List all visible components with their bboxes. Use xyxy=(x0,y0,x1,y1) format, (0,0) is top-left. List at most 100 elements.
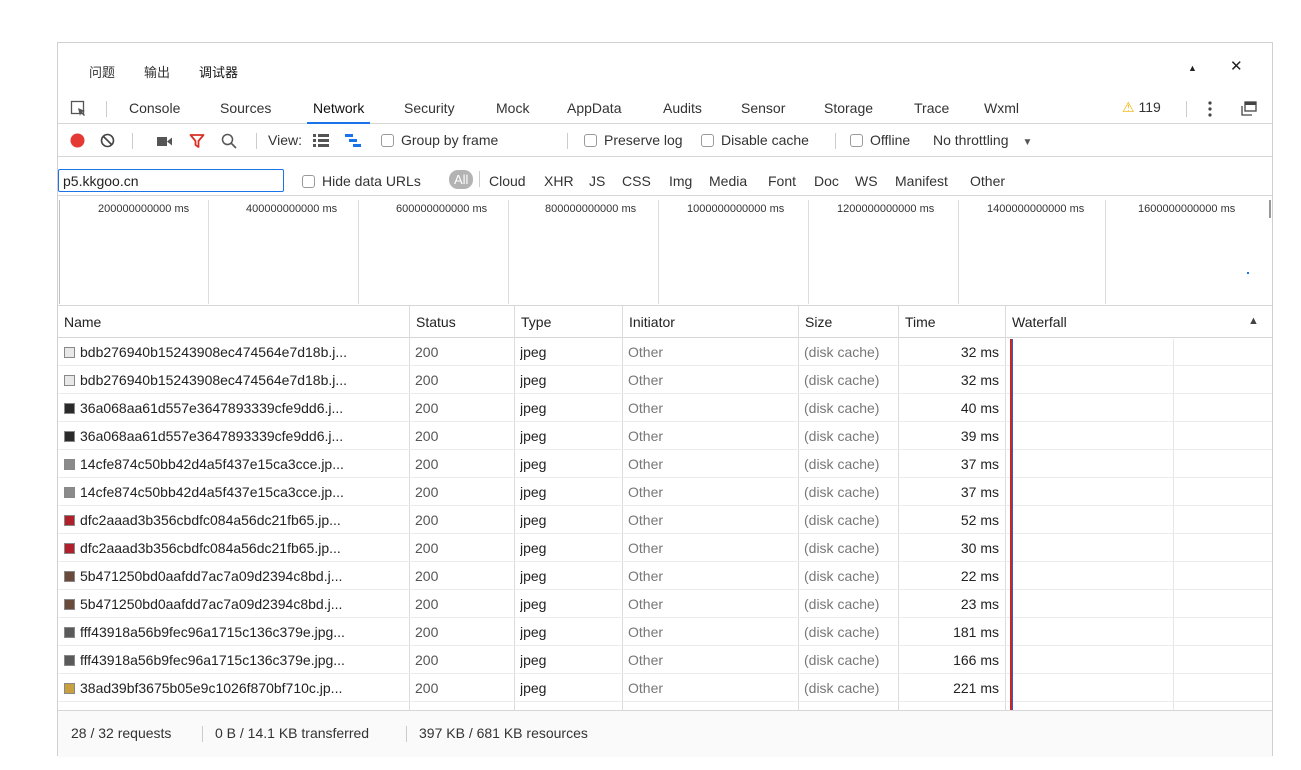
column-header-initiator[interactable]: Initiator xyxy=(622,306,798,338)
request-row[interactable]: bdb276940b15243908ec474564e7d18b.j... 200… xyxy=(58,367,1272,394)
request-row[interactable]: 14cfe874c50bb42d4a5f437e15ca3cce.jp... 20… xyxy=(58,479,1272,506)
column-header-size[interactable]: Size xyxy=(798,306,898,338)
request-status: 200 xyxy=(415,540,439,556)
devtools-tab-row: Console Sources Network Security Mock Ap… xyxy=(58,93,1272,124)
filter-type-js[interactable]: JS xyxy=(589,173,605,189)
request-row[interactable]: 5b471250bd0aafdd7ac7a09d2394c8bd.j... 200… xyxy=(58,591,1272,618)
request-type: jpeg xyxy=(520,624,547,640)
tab-security[interactable]: Security xyxy=(404,100,455,116)
chevron-down-icon: ▼ xyxy=(1022,137,1033,148)
dock-side-icon[interactable] xyxy=(1241,101,1257,119)
request-row[interactable]: bdb276940b15243908ec474564e7d18b.j... 200… xyxy=(58,339,1272,366)
filter-type-other[interactable]: Other xyxy=(970,173,1005,189)
warnings-badge[interactable]: ⚠ 119 xyxy=(1122,99,1161,116)
tab-storage[interactable]: Storage xyxy=(824,100,873,116)
request-initiator: Other xyxy=(628,568,664,584)
column-header-status[interactable]: Status xyxy=(409,306,514,338)
hide-data-urls-checkbox[interactable]: Hide data URLs xyxy=(302,173,421,189)
request-status: 200 xyxy=(415,652,439,668)
throttling-select[interactable]: No throttling ▼ xyxy=(933,132,1032,148)
request-size: (disk cache) xyxy=(804,624,880,640)
request-row[interactable]: 36a068aa61d557e3647893339cfe9dd6.j... 200… xyxy=(58,395,1272,422)
filter-type-font[interactable]: Font xyxy=(768,173,796,189)
disable-cache-checkbox[interactable]: Disable cache xyxy=(701,132,809,148)
filter-type-media[interactable]: Media xyxy=(709,173,747,189)
request-name-text: 5b471250bd0aafdd7ac7a09d2394c8bd.j... xyxy=(80,596,343,612)
request-name-text: bdb276940b15243908ec474564e7d18b.j... xyxy=(80,372,348,388)
tab-sources[interactable]: Sources xyxy=(220,100,271,116)
request-initiator: Other xyxy=(628,484,664,500)
filter-type-all[interactable]: All xyxy=(449,170,474,189)
tab-wxml[interactable]: Wxml xyxy=(984,100,1019,116)
image-file-icon xyxy=(64,403,75,414)
request-initiator: Other xyxy=(628,652,664,668)
search-icon[interactable] xyxy=(221,133,237,152)
request-size: (disk cache) xyxy=(804,596,880,612)
request-initiator: Other xyxy=(628,512,664,528)
clear-icon[interactable] xyxy=(100,133,115,151)
request-row[interactable]: 14cfe874c50bb42d4a5f437e15ca3cce.jp... 20… xyxy=(58,451,1272,478)
checkbox-icon xyxy=(701,134,714,147)
filter-type-manifest[interactable]: Manifest xyxy=(895,173,948,189)
request-type: jpeg xyxy=(520,652,547,668)
inspect-element-icon[interactable] xyxy=(70,100,87,120)
request-time: 52 ms xyxy=(960,512,999,528)
filter-type-img[interactable]: Img xyxy=(669,173,692,189)
sort-ascending-icon[interactable]: ▲ xyxy=(1248,315,1259,327)
tab-audits[interactable]: Audits xyxy=(663,100,702,116)
tab-debugger[interactable]: 调试器 xyxy=(199,62,238,81)
group-by-frame-checkbox[interactable]: Group by frame xyxy=(381,132,498,148)
filter-type-doc[interactable]: Doc xyxy=(814,173,839,189)
request-name: bdb276940b15243908ec474564e7d18b.j... xyxy=(64,339,414,366)
request-row[interactable]: dfc2aaad3b356cbdfc084a56dc21fb65.jp... 20… xyxy=(58,507,1272,534)
checkbox-icon xyxy=(584,134,597,147)
image-file-icon xyxy=(64,655,75,666)
record-button[interactable] xyxy=(70,133,85,151)
preserve-log-checkbox[interactable]: Preserve log xyxy=(584,132,683,148)
tab-issues[interactable]: 问题 xyxy=(89,62,115,81)
screenshot-video-icon[interactable] xyxy=(157,135,172,150)
timeline-overview[interactable]: 200000000000 ms 400000000000 ms 60000000… xyxy=(58,196,1272,306)
request-status: 200 xyxy=(415,484,439,500)
large-rows-icon[interactable] xyxy=(313,134,329,150)
checkbox-icon xyxy=(381,134,394,147)
filter-icon[interactable] xyxy=(189,133,205,152)
request-row[interactable]: 38ad39bf3675b05e9c1026f870bf710c.jp... 20… xyxy=(58,675,1272,702)
filter-type-ws[interactable]: WS xyxy=(855,173,878,189)
more-options-icon[interactable] xyxy=(1207,100,1213,121)
request-row[interactable]: fff43918a56b9fec96a1715c136c379e.jpg... 2… xyxy=(58,619,1272,646)
column-header-time[interactable]: Time xyxy=(898,306,1005,338)
filter-type-cloud[interactable]: Cloud xyxy=(489,173,526,189)
column-header-type[interactable]: Type xyxy=(514,306,622,338)
request-name: fff43918a56b9fec96a1715c136c379e.jpg... xyxy=(64,647,414,674)
filter-input[interactable] xyxy=(58,169,284,192)
tab-console[interactable]: Console xyxy=(129,100,180,116)
request-size: (disk cache) xyxy=(804,400,880,416)
request-initiator: Other xyxy=(628,400,664,416)
overview-tick-label: 1600000000000 ms xyxy=(1138,203,1236,215)
filter-type-xhr[interactable]: XHR xyxy=(544,173,574,189)
hide-data-urls-label: Hide data URLs xyxy=(322,173,421,189)
request-initiator: Other xyxy=(628,540,664,556)
collapse-icon[interactable]: ▲ xyxy=(1188,63,1197,73)
tab-mock[interactable]: Mock xyxy=(496,100,529,116)
column-header-waterfall[interactable]: Waterfall xyxy=(1005,306,1272,338)
tab-output[interactable]: 输出 xyxy=(144,62,170,81)
request-time: 22 ms xyxy=(960,568,999,584)
request-size: (disk cache) xyxy=(804,456,880,472)
waterfall-view-icon[interactable] xyxy=(345,134,361,150)
request-row[interactable]: 5b471250bd0aafdd7ac7a09d2394c8bd.j... 200… xyxy=(58,563,1272,590)
tab-trace[interactable]: Trace xyxy=(914,100,949,116)
request-row[interactable]: dfc2aaad3b356cbdfc084a56dc21fb65.jp... 20… xyxy=(58,535,1272,562)
request-row[interactable]: fff43918a56b9fec96a1715c136c379e.jpg... 2… xyxy=(58,647,1272,674)
tab-network[interactable]: Network xyxy=(306,100,371,124)
tab-sensor[interactable]: Sensor xyxy=(741,100,785,116)
filter-type-css[interactable]: CSS xyxy=(622,173,651,189)
request-row[interactable]: 36a068aa61d557e3647893339cfe9dd6.j... 200… xyxy=(58,423,1272,450)
close-icon[interactable]: ✕ xyxy=(1230,57,1243,75)
offline-checkbox[interactable]: Offline xyxy=(850,132,910,148)
column-header-name[interactable]: Name xyxy=(58,306,409,338)
tab-appdata[interactable]: AppData xyxy=(567,100,621,116)
request-size: (disk cache) xyxy=(804,540,880,556)
request-name-text: 36a068aa61d557e3647893339cfe9dd6.j... xyxy=(80,400,344,416)
